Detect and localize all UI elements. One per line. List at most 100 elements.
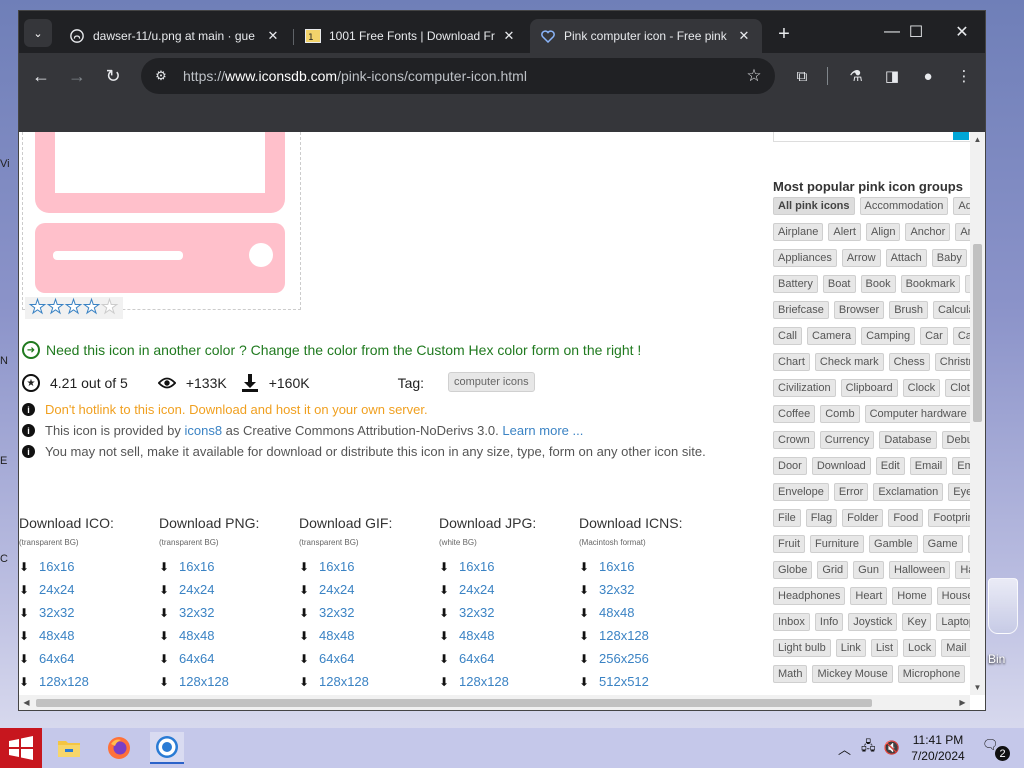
recycle-bin[interactable]: Bin — [982, 560, 1024, 670]
icon-group-pill[interactable]: Gun — [853, 561, 884, 579]
icon-group-pill[interactable]: Link — [835, 639, 866, 657]
back-button[interactable]: ← — [27, 62, 55, 90]
horizontal-scroll-thumb[interactable] — [36, 699, 872, 707]
icon-group-pill[interactable]: Call — [773, 327, 802, 345]
icon-group-pill[interactable]: Exclamation — [873, 483, 944, 501]
download-size-link[interactable]: ⬇ 48x48 — [299, 624, 439, 647]
bookmark-star-icon[interactable]: ☆ — [739, 66, 769, 86]
icon-group-pill[interactable]: Key — [902, 613, 932, 631]
download-size-link[interactable]: ⬇ 32x32 — [19, 601, 159, 624]
scroll-right-arrow-icon[interactable]: ▶ — [955, 695, 970, 710]
icons8-link[interactable]: icons8 — [184, 423, 222, 438]
rating-star-icon[interactable]: ★ — [83, 297, 101, 319]
download-size-link[interactable]: ⬇ 128x128 — [579, 624, 719, 647]
icon-group-pill[interactable]: Grid — [817, 561, 849, 579]
download-size-link[interactable]: ⬇ 24x24 — [299, 578, 439, 601]
download-size-link[interactable]: ⬇ 32x32 — [439, 601, 579, 624]
icon-group-pill[interactable]: Database — [879, 431, 937, 449]
extensions-icon[interactable]: ⧉ — [788, 62, 816, 90]
close-icon[interactable]: ✕ — [501, 28, 517, 44]
download-size-link[interactable]: ⬇ 64x64 — [159, 647, 299, 670]
icon-group-pill[interactable]: Car — [920, 327, 948, 345]
icon-group-pill[interactable]: Footprint — [928, 509, 970, 527]
desktop-icon-label-fragment[interactable]: Vi — [0, 158, 18, 170]
icon-group-pill[interactable]: Briefcase — [773, 301, 829, 319]
icon-group-pill[interactable]: Joystick — [848, 613, 898, 631]
icon-group-pill[interactable]: Car I — [952, 327, 970, 345]
download-size-link[interactable]: ⬇ 48x48 — [579, 601, 719, 624]
volume-muted-icon[interactable]: 🔇 — [884, 740, 900, 756]
icon-group-pill[interactable]: Folder — [842, 509, 884, 527]
download-size-link[interactable]: ⬇ 16x16 — [159, 555, 299, 578]
learn-more-link[interactable]: Learn more ... — [502, 423, 583, 438]
icon-group-pill[interactable]: Lock — [903, 639, 937, 657]
icon-group-pill[interactable]: Arrow — [841, 249, 881, 267]
icon-group-pill[interactable]: File — [773, 509, 801, 527]
chevron-up-icon[interactable]: ︿ — [838, 739, 851, 758]
icon-group-pill[interactable]: Camping — [861, 327, 916, 345]
download-size-link[interactable]: ⬇ 24x24 — [159, 578, 299, 601]
icon-group-pill[interactable]: Check mark — [814, 353, 884, 371]
reload-button[interactable]: ↻ — [99, 62, 127, 90]
notification-center-button[interactable]: 🗨 2 — [982, 737, 1010, 761]
download-size-link[interactable]: ⬇ 64x64 — [299, 647, 439, 670]
firefox-button[interactable] — [102, 732, 136, 764]
close-window-button[interactable]: ✕ — [939, 19, 985, 45]
file-explorer-button[interactable] — [52, 732, 86, 764]
icon-group-pill[interactable]: Book — [860, 275, 896, 293]
download-size-link[interactable]: ⬇ 32x32 — [159, 601, 299, 624]
icon-group-pill[interactable]: Globe — [773, 561, 813, 579]
desktop-icon-label-fragment[interactable]: N — [0, 355, 18, 367]
download-size-link[interactable]: ⬇ 128x128 — [439, 670, 579, 693]
download-size-link[interactable]: ⬇ 16x16 — [299, 555, 439, 578]
tab-github[interactable]: dawser-11/u.png at main · gue ✕ — [59, 19, 291, 53]
icon-group-pill[interactable]: Appliances — [773, 249, 837, 267]
rating-star-icon[interactable]: ★ — [65, 297, 83, 319]
close-icon[interactable]: ✕ — [736, 28, 752, 44]
icon-group-pill[interactable]: Inbox — [773, 613, 810, 631]
side-panel-icon[interactable]: ◨ — [878, 62, 906, 90]
download-size-link[interactable]: ⬇ 16x16 — [439, 555, 579, 578]
download-size-link[interactable]: ⬇ 128x128 — [299, 670, 439, 693]
download-size-link[interactable]: ⬇ 48x48 — [439, 624, 579, 647]
icon-group-pill[interactable]: Heart — [850, 587, 888, 605]
download-size-link[interactable]: ⬇ 24x24 — [19, 578, 159, 601]
chrome-button[interactable] — [150, 732, 184, 764]
scroll-left-arrow-icon[interactable]: ◀ — [19, 695, 34, 710]
close-icon[interactable]: ✕ — [265, 28, 281, 44]
download-size-link[interactable]: ⬇ 512x512 — [579, 670, 719, 693]
icon-group-pill[interactable]: Fruit — [773, 535, 805, 553]
icon-group-pill[interactable]: Calculat — [932, 301, 970, 319]
rating-stars[interactable]: ★ ★ ★ ★ ★ — [25, 297, 123, 319]
icon-group-pill[interactable]: Baby — [931, 249, 967, 267]
tray-clock[interactable]: 11:41 PM 7/20/2024 — [908, 732, 968, 764]
icon-group-pill[interactable]: Edit — [875, 457, 905, 475]
network-icon[interactable]: 🖧 — [861, 737, 876, 759]
tab-iconsdb[interactable]: Pink computer icon - Free pink ✕ — [530, 19, 762, 53]
icon-group-pill[interactable]: Chart — [773, 353, 810, 371]
horizontal-scrollbar[interactable]: ◀ ▶ — [19, 695, 970, 710]
icon-group-pill[interactable]: Home — [892, 587, 932, 605]
labs-flask-icon[interactable]: ⚗ — [842, 62, 870, 90]
icon-group-pill[interactable]: Battery — [773, 275, 818, 293]
icon-group-pill[interactable]: Crown — [773, 431, 815, 449]
icon-group-pill[interactable]: Civilization — [773, 379, 836, 397]
icon-group-pill[interactable]: Accommodation — [859, 197, 949, 215]
tab-fonts[interactable]: 1 1001 Free Fonts | Download Fr ✕ — [295, 19, 527, 53]
icon-group-pill[interactable]: Door — [773, 457, 807, 475]
menu-kebab-icon[interactable]: ⋮ — [950, 62, 978, 90]
download-size-link[interactable]: ⬇ 64x64 — [19, 647, 159, 670]
icon-group-pill[interactable]: Comb — [820, 405, 860, 423]
icon-group-pill[interactable]: Food — [888, 509, 924, 527]
icon-group-pill[interactable]: Ad — [953, 197, 970, 215]
icon-group-pill[interactable]: Airplane — [773, 223, 824, 241]
tab-search-button[interactable]: ⌄ — [24, 19, 52, 47]
icon-group-pill[interactable]: Brush — [889, 301, 928, 319]
rating-star-icon[interactable]: ★ — [47, 297, 65, 319]
download-size-link[interactable]: ⬇ 256x256 — [579, 647, 719, 670]
vertical-scroll-thumb[interactable] — [973, 244, 982, 422]
icon-group-pill[interactable]: Coffee — [773, 405, 816, 423]
download-size-link[interactable]: ⬇ 24x24 — [439, 578, 579, 601]
icon-group-pill[interactable]: Info — [814, 613, 844, 631]
desktop-icon-label-fragment[interactable]: C — [0, 553, 18, 565]
